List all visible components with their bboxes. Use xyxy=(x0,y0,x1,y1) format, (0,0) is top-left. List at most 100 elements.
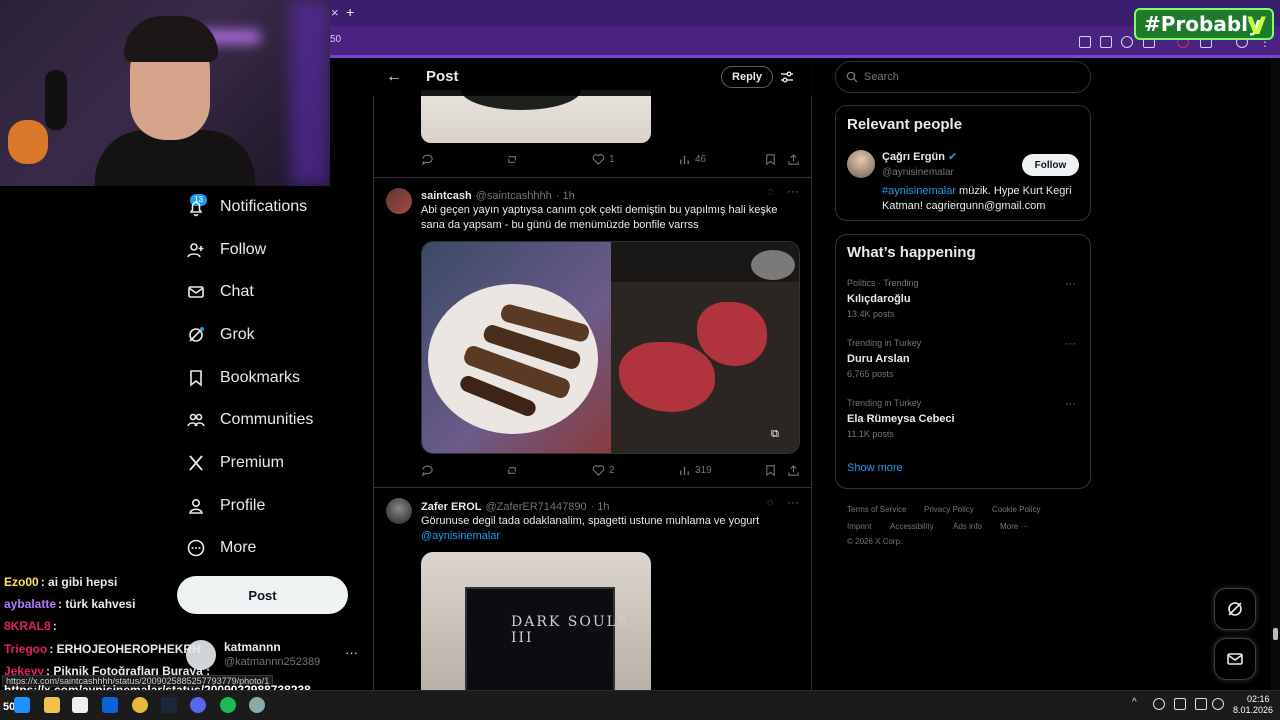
tweet-media-image[interactable] xyxy=(421,241,800,454)
footer-link[interactable]: Privacy Policy xyxy=(924,505,974,514)
chat-text: : ERHOJEOHEROPHEKRH xyxy=(49,642,201,656)
bio-hashtag[interactable]: #aynisinemalar xyxy=(882,185,956,197)
sidebar-item-follow[interactable]: Follow xyxy=(186,230,266,270)
microphone-icon[interactable] xyxy=(1174,698,1186,710)
scrollbar[interactable] xyxy=(1271,58,1280,690)
zoom-icon[interactable] xyxy=(1121,36,1133,48)
translate-icon[interactable] xyxy=(1100,36,1112,48)
author-handle[interactable]: @saintcashhhh xyxy=(476,190,552,202)
author-handle[interactable]: @ZaferER71447890 xyxy=(486,501,587,513)
footer-link[interactable]: Imprint xyxy=(847,522,871,531)
chevron-up-icon[interactable]: ^ xyxy=(1132,697,1137,708)
bookmark-icon[interactable] xyxy=(764,153,781,166)
trend-category[interactable]: Politics · Trending xyxy=(847,278,919,288)
footer-link[interactable]: Accessibility xyxy=(890,522,934,531)
clock-date[interactable]: 8.01.2026 xyxy=(1233,705,1273,715)
sidebar-item-premium[interactable]: Premium xyxy=(186,443,284,483)
network-icon[interactable] xyxy=(1195,698,1207,710)
author-name[interactable]: saintcash xyxy=(421,190,472,202)
tweet-media-image[interactable]: DARK SOULS III xyxy=(421,552,651,692)
mention-link[interactable]: @aynisinemalar xyxy=(421,529,500,544)
footer-link[interactable]: Ads info xyxy=(953,522,982,531)
trend-more-icon[interactable]: ··· xyxy=(1065,338,1076,350)
tab-close-icon[interactable]: × xyxy=(331,5,339,20)
footer-link[interactable]: Cookie Policy xyxy=(992,505,1040,514)
author-name[interactable]: Zafer EROL xyxy=(421,501,482,513)
file-explorer-icon[interactable] xyxy=(44,697,60,713)
new-tab-button[interactable]: + xyxy=(346,4,354,20)
outlook-icon[interactable] xyxy=(102,697,118,713)
bookmark-icon xyxy=(186,368,206,388)
trend-name[interactable]: Ela Rümeysa Cebeci xyxy=(847,413,955,425)
sliders-icon[interactable] xyxy=(780,70,794,84)
sync-icon[interactable] xyxy=(1153,698,1165,710)
follow-button[interactable]: Follow xyxy=(1022,154,1079,176)
grok-analyze-icon[interactable]: ◌ xyxy=(767,186,774,198)
share-icon[interactable] xyxy=(787,464,804,477)
grok-button[interactable] xyxy=(1214,588,1256,630)
discord-icon[interactable] xyxy=(190,697,206,713)
share-icon[interactable] xyxy=(787,153,804,166)
sidebar-item-communities[interactable]: Communities xyxy=(186,400,313,440)
tweet-time[interactable]: · 1h xyxy=(591,501,610,513)
store-icon[interactable] xyxy=(72,697,88,713)
reply-icon[interactable] xyxy=(421,153,438,166)
clock-time[interactable]: 02:16 xyxy=(1247,694,1270,704)
like-button[interactable]: 2 xyxy=(592,464,615,477)
cast-icon[interactable] xyxy=(1079,36,1091,48)
media-edit-icon[interactable]: ⧉ xyxy=(771,428,779,441)
tweet-text: Görunuse degil tada odaklanalim, spagett… xyxy=(421,515,760,527)
chrome-icon[interactable] xyxy=(132,697,148,713)
steam-icon[interactable] xyxy=(161,697,177,713)
trend-more-icon[interactable]: ··· xyxy=(1065,278,1076,290)
chat-username: Triegoo xyxy=(4,642,48,656)
like-button[interactable]: 1 xyxy=(592,153,615,166)
views-button[interactable]: 319 xyxy=(678,464,712,477)
sidebar-item-more[interactable]: More xyxy=(186,528,256,568)
bookmark-icon[interactable] xyxy=(764,464,781,477)
more-icon[interactable]: ··· xyxy=(787,495,799,509)
sidebar-item-chat[interactable]: Chat xyxy=(186,272,254,312)
tweet-time[interactable]: · 1h xyxy=(556,190,575,202)
views-button[interactable]: 46 xyxy=(678,153,706,166)
person-name[interactable]: Çağrı Ergün xyxy=(882,151,945,163)
avatar[interactable] xyxy=(386,188,412,214)
person-handle: @aynisinemalar xyxy=(882,167,954,178)
spotify-icon[interactable] xyxy=(220,697,236,713)
messages-button[interactable] xyxy=(1214,638,1256,680)
trend-category[interactable]: Trending in Turkey xyxy=(847,338,921,348)
windows-start-icon[interactable] xyxy=(14,697,30,713)
trend-name[interactable]: Kılıçdaroğlu xyxy=(847,293,911,305)
verified-badge-icon: ✔ xyxy=(948,151,958,163)
sidebar-item-notifications[interactable]: Notifications xyxy=(186,187,307,227)
reply-icon[interactable] xyxy=(421,464,438,477)
footer-link[interactable]: More ··· xyxy=(1000,522,1028,531)
more-icon[interactable]: ··· xyxy=(787,184,799,198)
search-input[interactable]: Search xyxy=(835,61,1091,93)
trend-name[interactable]: Duru Arslan xyxy=(847,353,910,365)
footer-link[interactable]: Terms of Service xyxy=(847,505,907,514)
settings-gear-icon[interactable] xyxy=(249,697,265,713)
retweet-icon[interactable] xyxy=(506,153,523,166)
back-arrow-icon[interactable]: ← xyxy=(386,68,402,86)
avatar[interactable] xyxy=(386,498,412,524)
avatar[interactable] xyxy=(847,150,875,178)
show-more-link[interactable]: Show more xyxy=(847,462,903,474)
like-count: 2 xyxy=(609,465,615,476)
sidebar-item-grok[interactable]: Grok xyxy=(186,315,255,355)
trend-category[interactable]: Trending in Turkey xyxy=(847,398,921,408)
address-bar[interactable]: 50 xyxy=(330,34,341,45)
sidebar-item-bookmarks[interactable]: Bookmarks xyxy=(186,358,300,398)
retweet-icon[interactable] xyxy=(506,464,523,477)
scrollbar-thumb[interactable] xyxy=(1273,628,1278,640)
account-name[interactable]: katmannn xyxy=(224,640,281,654)
grok-analyze-icon[interactable]: ◌ xyxy=(767,497,774,509)
reply-button[interactable]: Reply xyxy=(721,66,773,88)
person-name-row[interactable]: Çağrı Ergün ✔ xyxy=(882,150,957,163)
volume-icon[interactable] xyxy=(1212,698,1224,710)
account-more-icon[interactable]: ··· xyxy=(345,645,358,660)
sidebar-item-profile[interactable]: Profile xyxy=(186,486,265,526)
trend-more-icon[interactable]: ··· xyxy=(1065,398,1076,410)
post-button[interactable]: Post xyxy=(177,576,348,614)
tweet-media-image[interactable] xyxy=(421,90,651,143)
